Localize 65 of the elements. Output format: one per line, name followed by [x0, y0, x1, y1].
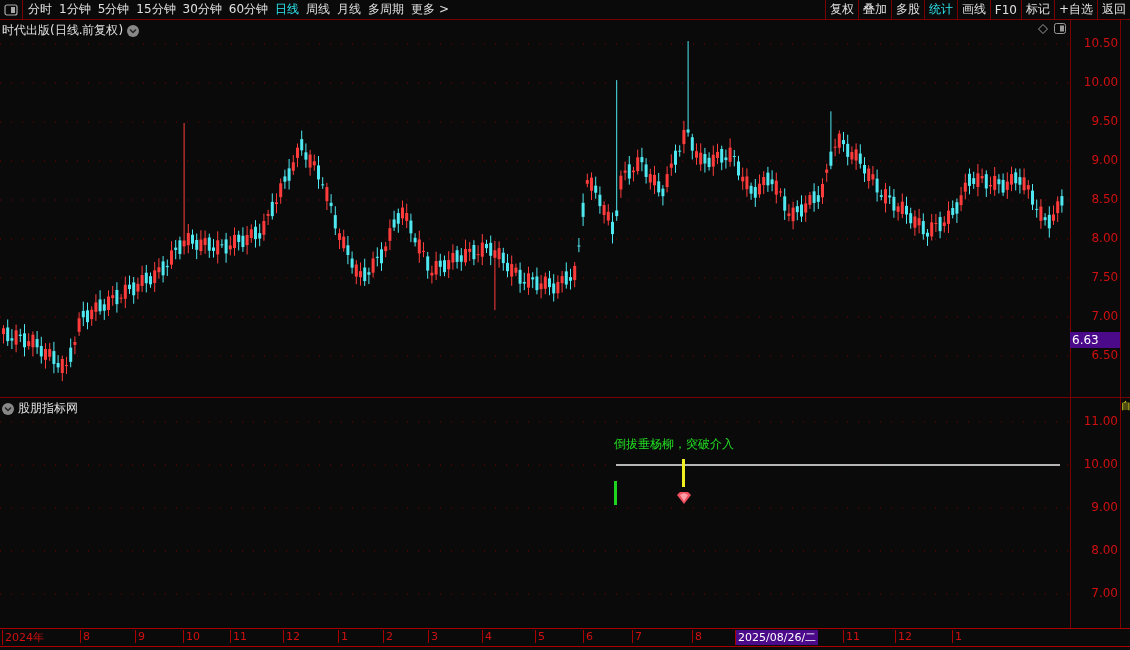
- date-axis-label: 7: [632, 630, 644, 643]
- indicator-axis-label: 10.00: [1083, 457, 1118, 471]
- date-axis-label: 10: [183, 630, 202, 643]
- period-tab[interactable]: 多周期: [368, 1, 405, 18]
- toolbar-button[interactable]: 画线: [956, 0, 990, 19]
- indicator-axis-label: 11.00: [1083, 414, 1118, 428]
- side-label: 自: [1121, 400, 1130, 412]
- date-axis-label: 6: [583, 630, 595, 643]
- date-axis-label: 5: [535, 630, 547, 643]
- period-tab[interactable]: 更多 >: [411, 1, 449, 18]
- date-axis-label: 11: [230, 630, 249, 643]
- toolbar-button[interactable]: 叠加: [857, 0, 891, 19]
- toolbar-button[interactable]: 多股: [890, 0, 924, 19]
- signal-text: 倒拔垂杨柳，突破介入: [614, 436, 734, 453]
- signal-bar: [614, 481, 617, 505]
- period-tab[interactable]: 15分钟: [136, 1, 176, 18]
- price-axis-label: 9.00: [1091, 153, 1119, 167]
- date-axis-label: 2024年: [2, 630, 46, 645]
- date-axis-label: 12: [283, 630, 302, 643]
- gem-icon: [677, 492, 691, 504]
- date-axis-label: 8: [692, 630, 704, 643]
- panel-toggle-icon[interactable]: [1054, 23, 1066, 34]
- dropdown-icon[interactable]: [127, 24, 140, 37]
- toolbar-button[interactable]: 标记: [1020, 0, 1054, 19]
- price-axis-label: 10.00: [1083, 75, 1119, 89]
- current-price-badge: 6.63: [1070, 332, 1121, 348]
- indicator-axis-label: 8.00: [1091, 543, 1118, 557]
- date-axis-label: 2: [383, 630, 395, 643]
- toolbar-button[interactable]: 复权: [824, 0, 858, 19]
- period-tab[interactable]: 月线: [337, 1, 362, 18]
- price-axis-label: 9.50: [1091, 114, 1119, 128]
- period-tab[interactable]: 1分钟: [59, 1, 91, 18]
- indicator-axis-label: 7.00: [1091, 586, 1118, 600]
- toolbar-button[interactable]: 统计: [923, 0, 957, 19]
- indicator-title: 股朋指标网: [18, 400, 78, 417]
- date-axis-label: 12: [895, 630, 914, 643]
- period-tab[interactable]: 30分钟: [182, 1, 222, 18]
- price-axis-label: 10.50: [1083, 36, 1119, 50]
- date-axis-label: 1: [338, 630, 350, 643]
- indicator-axis-label: 9.00: [1091, 500, 1118, 514]
- period-tab[interactable]: 5分钟: [97, 1, 130, 18]
- dropdown-icon[interactable]: [2, 402, 14, 415]
- price-axis-label: 8.00: [1091, 231, 1119, 245]
- price-axis-label: 7.00: [1091, 309, 1119, 323]
- date-axis-label: 3: [428, 630, 440, 643]
- toolbar-button[interactable]: F10: [989, 0, 1021, 19]
- date-axis-label: 4: [482, 630, 494, 643]
- date-axis-label: 8: [80, 630, 92, 643]
- chart-title: 时代出版(日线.前复权): [2, 22, 124, 39]
- diamond-icon[interactable]: [1038, 23, 1048, 34]
- price-axis-label: 8.50: [1091, 192, 1119, 206]
- signal-bar: [682, 459, 685, 487]
- period-tab[interactable]: 60分钟: [228, 1, 269, 18]
- toolbar-button[interactable]: +自选: [1053, 0, 1097, 19]
- panel-toggle-icon[interactable]: [4, 3, 18, 16]
- period-tab[interactable]: 分时: [28, 1, 52, 18]
- price-axis-label: 6.50: [1091, 348, 1119, 362]
- period-tab[interactable]: 周线: [306, 1, 331, 18]
- price-axis-label: 7.50: [1091, 270, 1119, 284]
- toolbar-button[interactable]: 返回: [1097, 0, 1130, 19]
- date-axis-label: 9: [135, 630, 147, 643]
- period-tab[interactable]: 日线: [275, 1, 300, 18]
- date-axis-label: 2025/08/26/二: [735, 630, 819, 645]
- date-axis-label: 1: [952, 630, 964, 643]
- date-axis-label: 11: [843, 630, 862, 643]
